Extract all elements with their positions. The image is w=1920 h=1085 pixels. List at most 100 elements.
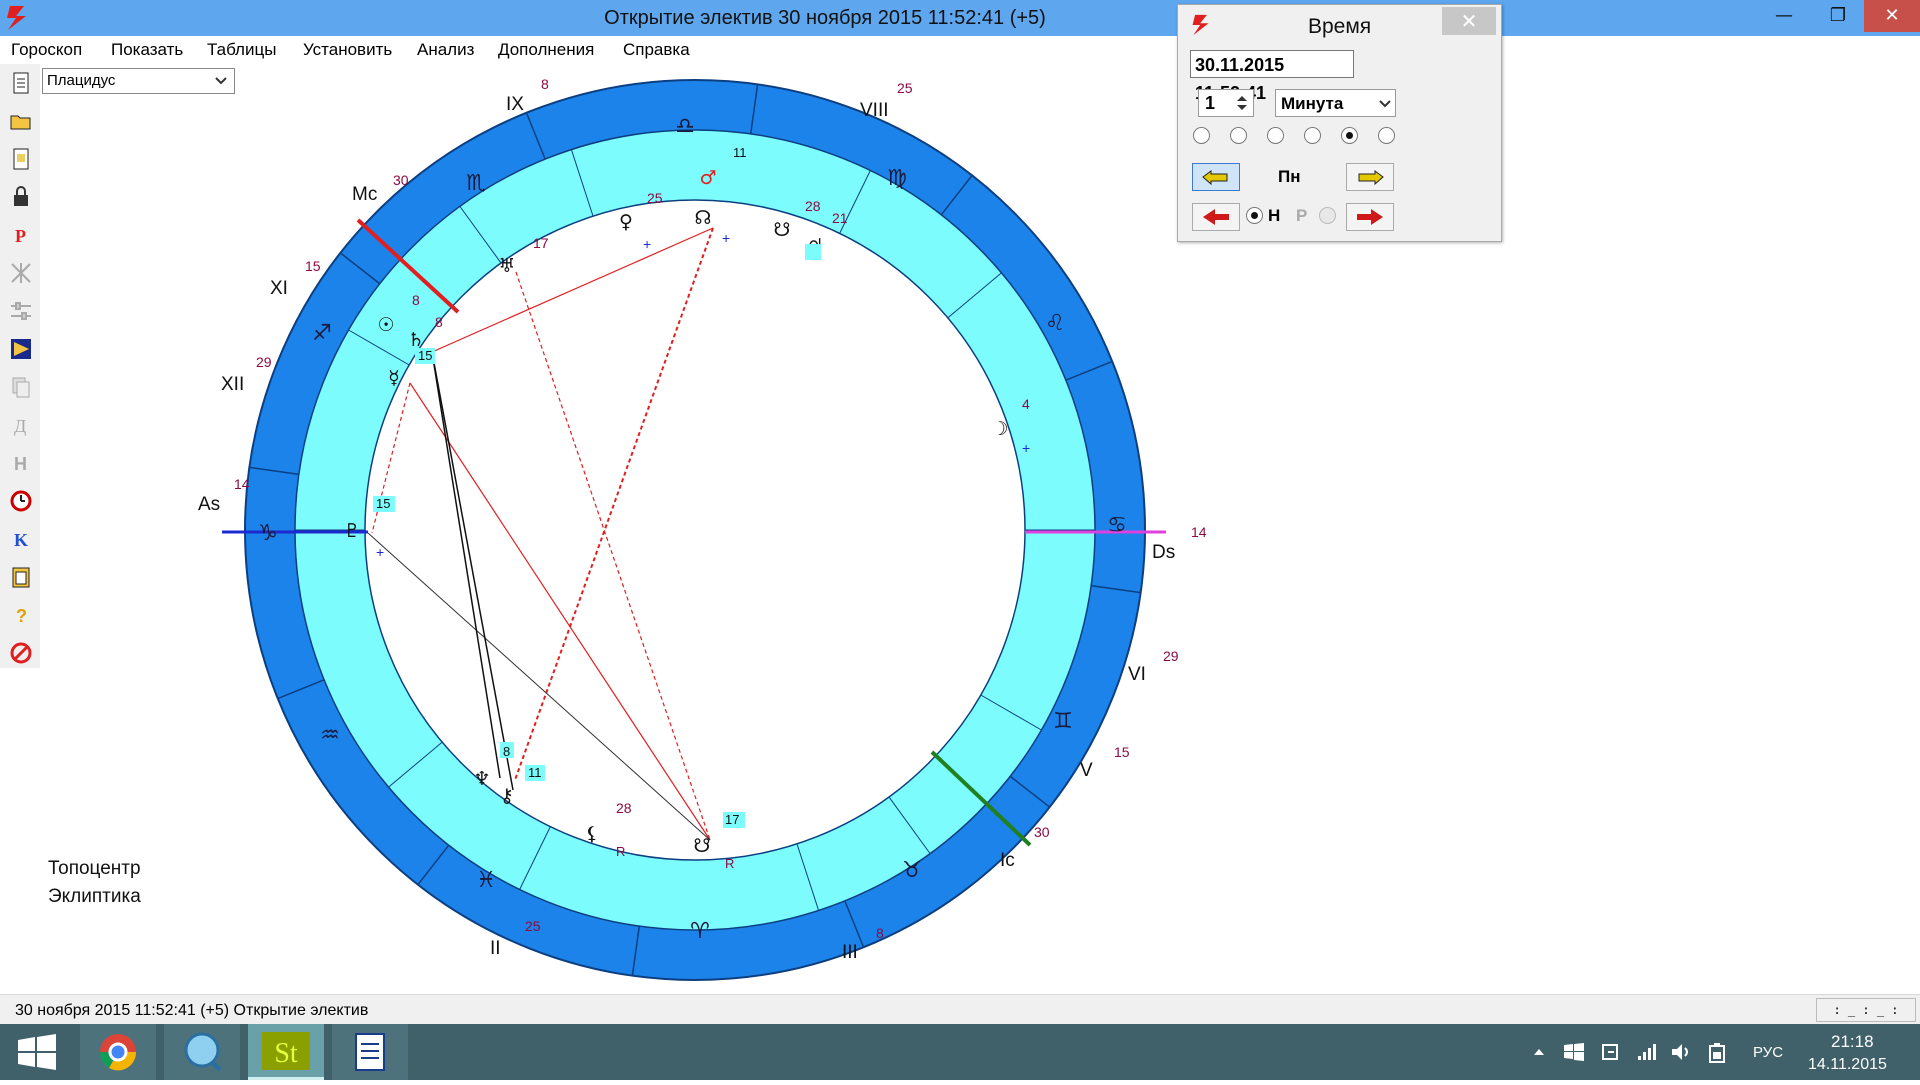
chart-wheel: ♎ ♍ ♌ ♋ ♊ ♉ ♈ ♓ ♒ ♑ ♐ ♏ ♂ ♀ ☊ ☋ ♃ ♅ ☉ ♄ … (222, 79, 1166, 981)
weekday-label: Пн (1278, 167, 1301, 186)
time-dialog: Время ✕ 30.11.2015 11:52:41 1 Минута Пн … (1177, 4, 1502, 242)
house-degree-xi: 15 (305, 258, 321, 274)
house-degree-dsc: 14 (1191, 524, 1207, 540)
tray-network-icon[interactable] (1636, 1042, 1658, 1062)
tray-volume-icon[interactable] (1670, 1042, 1694, 1062)
planet-degree-moon: 4 (1022, 396, 1030, 412)
taskbar: St РУС 21:18 14.11.2015 (0, 1024, 1920, 1080)
svg-text:♋: ♋ (1107, 513, 1127, 538)
datetime-field[interactable]: 30.11.2015 11:52:41 (1190, 50, 1354, 103)
taskbar-chrome[interactable] (80, 1024, 156, 1080)
svg-text:♐: ♐ (312, 321, 332, 346)
plus-mark-venus: + (643, 236, 652, 252)
tray-chevron-icon[interactable] (1532, 1046, 1546, 1058)
house-numeral-xi: XI (270, 278, 288, 299)
radio-step-2[interactable] (1230, 127, 1247, 144)
step-forward-button[interactable] (1346, 203, 1394, 231)
footer-ecliptic: Эклиптика (48, 886, 141, 907)
house-numeral-ii: II (490, 938, 501, 959)
hand-right-icon (1358, 170, 1384, 186)
step-stepper[interactable]: 1 (1198, 89, 1254, 117)
svg-text:♒: ♒ (320, 723, 340, 748)
planet-degree-mars: 11 (733, 145, 747, 160)
node-south-glyph: ☋ (774, 219, 791, 241)
tray-sync-icon[interactable] (1600, 1042, 1622, 1062)
planet-degree-pluto: 15 (376, 496, 391, 511)
node-glyph: ☊ (695, 207, 712, 229)
stepper-arrows-icon[interactable] (1234, 93, 1250, 113)
house-degree-viii: 25 (897, 80, 913, 96)
house-degree-v: 15 (1114, 744, 1130, 760)
mode-n-label: Н (1268, 206, 1281, 225)
forward-hand-button[interactable] (1346, 163, 1394, 191)
svg-text:♏: ♏ (466, 171, 486, 196)
retrograde-mark-lilith: R (616, 844, 626, 859)
mode-r-radio (1319, 207, 1336, 224)
mode-r-label: Р (1296, 206, 1308, 225)
house-numeral-vi: VI (1128, 664, 1146, 685)
house-numeral-viii: VIII (860, 100, 889, 121)
svg-text:♊: ♊ (1053, 709, 1073, 734)
radio-step-1[interactable] (1193, 127, 1210, 144)
step-value: 1 (1205, 93, 1216, 113)
house-numeral-v: V (1080, 760, 1093, 781)
house-degree-ix: 8 (541, 76, 549, 92)
radio-step-4[interactable] (1304, 127, 1321, 144)
search-app-icon (184, 1032, 222, 1072)
hand-left-icon (1202, 170, 1228, 186)
plus-mark-moon: + (1022, 440, 1031, 456)
tray-time[interactable]: 21:18 (1831, 1032, 1874, 1052)
plus-mark-pluto: + (376, 544, 385, 560)
neptune-glyph: ♆ (473, 768, 490, 790)
mode-n-radio[interactable] (1246, 207, 1263, 224)
mars-glyph: ♂ (699, 167, 716, 189)
status-bar: 30 ноября 2015 11:52:41 (+5) Открытие эл… (0, 994, 1920, 1025)
step-back-button[interactable] (1192, 203, 1240, 231)
time-dialog-close-button[interactable]: ✕ (1442, 7, 1496, 35)
sun-glyph: ☉ (377, 314, 394, 336)
axis-label-asc: As (198, 494, 221, 515)
pluto-glyph: ♇ (343, 520, 360, 542)
taskbar-search-app[interactable] (164, 1024, 240, 1080)
planet-degree-sun: 8 (412, 292, 420, 308)
planet-degree-jupiter: 21 (832, 210, 848, 226)
house-degree-iii: 8 (876, 925, 884, 941)
planet-degree-uranus: 17 (533, 235, 549, 251)
svg-text:♈: ♈ (690, 919, 710, 944)
time-dialog-titlebar: Время ✕ (1178, 5, 1501, 41)
planet-degree-saturn: 15 (418, 348, 433, 363)
house-degree-asc: 14 (234, 476, 250, 492)
back-hand-button[interactable] (1192, 163, 1240, 191)
svg-text:♎: ♎ (675, 114, 695, 139)
tray-windows-icon[interactable] (1563, 1042, 1585, 1062)
status-text: 30 ноября 2015 11:52:41 (+5) Открытие эл… (15, 1002, 369, 1019)
mercury-glyph: ☿ (388, 367, 400, 389)
windows-start-icon[interactable] (8, 1032, 66, 1072)
planet-degree-chiron: 11 (528, 765, 542, 780)
tray-date[interactable]: 14.11.2015 (1808, 1056, 1887, 1074)
status-box: : _ : _ : (1816, 998, 1916, 1022)
taskbar-stargrad[interactable]: St (248, 1024, 324, 1080)
svg-text:♍: ♍ (887, 166, 907, 191)
radio-step-5[interactable] (1341, 127, 1358, 144)
retrograde-mark-vertex: R (725, 856, 735, 871)
planet-degree-mercury: 8 (435, 314, 443, 330)
taskbar-document-app[interactable] (332, 1024, 408, 1080)
house-degree-mc: 30 (393, 172, 409, 188)
radio-step-6[interactable] (1378, 127, 1395, 144)
venus-glyph: ♀ (619, 211, 633, 233)
radio-step-3[interactable] (1267, 127, 1284, 144)
footer-topocentric: Топоцентр (48, 858, 141, 879)
chart-center (364, 199, 1026, 861)
arrow-right-icon (1357, 209, 1383, 225)
chevron-down-icon (1379, 100, 1391, 108)
chiron-glyph: ⚷ (500, 785, 514, 807)
svg-text:St: St (274, 1038, 298, 1069)
tray-battery-icon[interactable] (1706, 1042, 1728, 1064)
unit-select[interactable]: Минута (1275, 89, 1396, 117)
moon-glyph: ☽ (991, 418, 1008, 440)
uranus-glyph: ♅ (498, 255, 515, 277)
tray-language[interactable]: РУС (1753, 1044, 1783, 1061)
plus-mark-node: + (722, 230, 731, 246)
planet-degree-node: 28 (805, 198, 821, 214)
